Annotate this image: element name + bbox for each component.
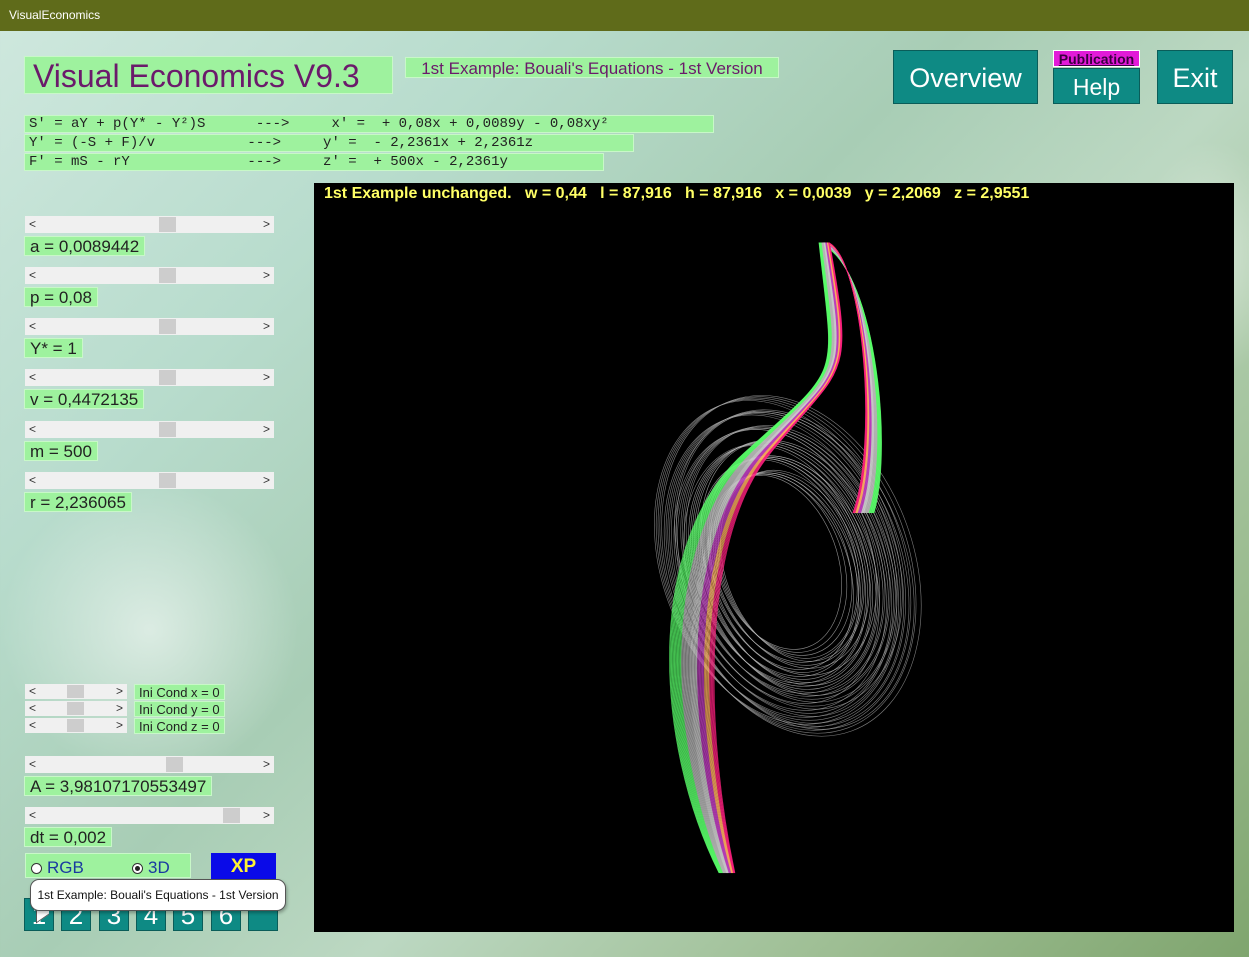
attractor-strand xyxy=(712,242,867,874)
ini-cond-x-label: Ini Cond x = 0 xyxy=(134,684,225,700)
ini-cond-y-slider[interactable]: < > xyxy=(25,701,127,716)
attractor-strand xyxy=(711,242,867,874)
slider-thumb[interactable] xyxy=(159,268,176,283)
equation-line-3: F' = mS - rY ---> z' = + 500x - 2,2361y xyxy=(24,153,604,171)
window-title: VisualEconomics xyxy=(9,8,101,22)
app-title: Visual Economics V9.3 xyxy=(24,56,393,94)
slider-thumb[interactable] xyxy=(159,319,176,334)
scroll-right-icon[interactable]: > xyxy=(263,472,270,489)
attractor-strand xyxy=(704,242,869,874)
attractor-strand xyxy=(703,242,870,874)
scroll-right-icon[interactable]: > xyxy=(263,369,270,386)
slider-thumb[interactable] xyxy=(67,719,84,732)
scroll-right-icon[interactable]: > xyxy=(116,684,123,699)
ini-cond-z-slider[interactable]: < > xyxy=(25,718,127,733)
3d-radio[interactable]: 3D xyxy=(132,858,170,878)
slider-thumb[interactable] xyxy=(67,685,84,698)
exit-button[interactable]: Exit xyxy=(1157,50,1233,104)
timestep-slider[interactable]: < > xyxy=(25,807,274,824)
attractor-strand xyxy=(701,242,871,874)
param-m-slider[interactable]: < > xyxy=(25,421,274,438)
radio-checked-icon[interactable] xyxy=(132,862,143,874)
param-r-slider[interactable]: < > xyxy=(25,472,274,489)
window-title-bar: VisualEconomics xyxy=(0,0,1249,31)
param-r-label: r = 2,236065 xyxy=(24,492,132,512)
scroll-right-icon[interactable]: > xyxy=(263,807,270,824)
scroll-left-icon[interactable]: < xyxy=(29,369,36,386)
scroll-right-icon[interactable]: > xyxy=(263,318,270,335)
slider-thumb[interactable] xyxy=(223,808,240,823)
attractor-strand xyxy=(705,242,869,874)
scroll-right-icon[interactable]: > xyxy=(263,421,270,438)
param-a-slider[interactable]: < > xyxy=(25,216,274,233)
param-v-slider[interactable]: < > xyxy=(25,369,274,386)
scroll-left-icon[interactable]: < xyxy=(29,318,36,335)
param-v-label: v = 0,4472135 xyxy=(24,389,145,409)
scroll-left-icon[interactable]: < xyxy=(29,267,36,284)
param-a-label: a = 0,0089442 xyxy=(24,236,146,256)
attractor-strand xyxy=(701,242,871,874)
publication-link[interactable]: Publication xyxy=(1053,50,1140,67)
scroll-left-icon[interactable]: < xyxy=(29,472,36,489)
slider-thumb[interactable] xyxy=(159,217,176,232)
scroll-left-icon[interactable]: < xyxy=(29,421,36,438)
rgb-radio-label: RGB xyxy=(47,858,84,877)
rgb-radio[interactable]: RGB xyxy=(31,858,84,878)
scroll-left-icon[interactable]: < xyxy=(29,216,36,233)
equation-line-2: Y' = (-S + F)/v ---> y' = - 2,2361x + 2,… xyxy=(24,134,634,152)
slider-thumb[interactable] xyxy=(67,702,84,715)
3d-radio-label: 3D xyxy=(148,858,170,877)
help-button[interactable]: Help xyxy=(1053,68,1140,104)
example-title: 1st Example: Bouali's Equations - 1st Ve… xyxy=(405,57,779,78)
scroll-right-icon[interactable]: > xyxy=(116,718,123,733)
slider-thumb[interactable] xyxy=(159,473,176,488)
attractor-strand xyxy=(698,242,872,874)
attractor-strand xyxy=(713,242,866,874)
scroll-left-icon[interactable]: < xyxy=(29,684,36,699)
background-glow xyxy=(0,480,300,780)
attractor-strand xyxy=(713,242,867,874)
scroll-right-icon[interactable]: > xyxy=(263,216,270,233)
scroll-right-icon[interactable]: > xyxy=(263,267,270,284)
amplitude-label: A = 3,98107170553497 xyxy=(24,776,213,796)
tooltip: 1st Example: Bouali's Equations - 1st Ve… xyxy=(30,879,286,911)
scroll-left-icon[interactable]: < xyxy=(29,807,36,824)
param-ystar-slider[interactable]: < > xyxy=(25,318,274,335)
equation-line-1: S' = aY + p(Y* - Y²)S ---> x' = + 0,08x … xyxy=(24,115,714,133)
slider-thumb[interactable] xyxy=(159,370,176,385)
timestep-label: dt = 0,002 xyxy=(24,827,113,847)
amplitude-slider[interactable]: < > xyxy=(25,756,274,773)
attractor-plot[interactable]: 1st Example unchanged. w = 0,44 l = 87,9… xyxy=(314,183,1234,932)
ini-cond-x-slider[interactable]: < > xyxy=(25,684,127,699)
slider-thumb[interactable] xyxy=(159,422,176,437)
scroll-right-icon[interactable]: > xyxy=(116,701,123,716)
overview-button[interactable]: Overview xyxy=(893,50,1038,104)
attractor-strand xyxy=(700,242,871,874)
scroll-right-icon[interactable]: > xyxy=(263,756,270,773)
param-ystar-label: Y* = 1 xyxy=(24,338,83,358)
mode-selector: RGB 3D xyxy=(25,853,191,878)
radio-unchecked-icon[interactable] xyxy=(31,862,42,874)
scroll-left-icon[interactable]: < xyxy=(29,718,36,733)
attractor-curve xyxy=(654,242,922,874)
plot-status: 1st Example unchanged. w = 0,44 l = 87,9… xyxy=(324,185,1030,202)
attractor-strand xyxy=(702,242,870,874)
attractor-strand xyxy=(710,242,867,874)
attractor-strand xyxy=(704,242,870,874)
param-p-slider[interactable]: < > xyxy=(25,267,274,284)
param-m-label: m = 500 xyxy=(24,441,98,461)
scroll-left-icon[interactable]: < xyxy=(29,701,36,716)
param-p-label: p = 0,08 xyxy=(24,287,98,307)
xp-button[interactable]: XP xyxy=(211,853,276,881)
ini-cond-z-label: Ini Cond z = 0 xyxy=(134,718,225,734)
ini-cond-y-label: Ini Cond y = 0 xyxy=(134,701,225,717)
scroll-left-icon[interactable]: < xyxy=(29,756,36,773)
slider-thumb[interactable] xyxy=(166,757,183,772)
